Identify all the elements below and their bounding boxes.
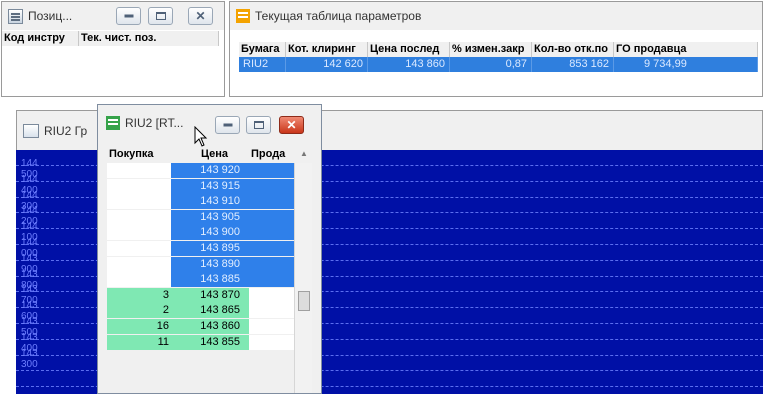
bid-quantity-cell[interactable]: 3 [107,287,171,303]
params-titlebar[interactable]: Текущая таблица параметров [230,2,762,30]
column-header[interactable]: Цена [171,145,249,163]
maximize-button[interactable] [148,7,173,25]
positions-table: Код инстру Тек. чист. поз. [2,30,224,96]
bid-quantity-cell[interactable]: 2 [107,303,171,319]
price-cell[interactable]: 143 900 [171,225,249,241]
column-header[interactable]: Бумага [239,42,286,57]
minimize-icon [124,14,133,18]
bid-quantity-cell[interactable] [107,194,171,210]
ask-quantity-cell[interactable] [249,209,294,225]
ask-quantity-cell[interactable] [249,319,294,334]
bid-quantity-cell[interactable]: 11 [107,334,171,350]
orderbook-row[interactable]: 143 920 [107,163,294,178]
orderbook-row[interactable]: 143 910 [107,194,294,210]
price-cell[interactable]: 143 860 [171,319,249,334]
maximize-icon [155,12,166,20]
orderbook-row[interactable]: 143 905 [107,209,294,225]
chart-icon [23,124,39,138]
params-table: Бумага Кот. клиринг Цена послед % измен.… [230,30,762,96]
chart-title: RIU2 Гр [44,124,88,138]
ask-quantity-cell[interactable] [249,178,294,194]
positions-window: Позиц... ✕ Код инстру Тек. чист. поз. [1,1,225,97]
minimize-icon [223,123,232,127]
column-header[interactable]: Тек. чист. поз. [79,31,219,46]
window-app-icon [8,8,23,24]
price-cell[interactable]: 143 910 [171,194,249,210]
bid-quantity-cell[interactable] [107,256,171,272]
maximize-icon [253,121,264,129]
orderbook-row[interactable]: 3 143 870 [107,287,294,303]
orderbook-row[interactable]: 16 143 860 [107,319,294,334]
minimize-button[interactable] [215,116,240,134]
cell-open-interest[interactable]: 853 162 [532,57,614,72]
scroll-up-arrow-icon[interactable]: ▲ [294,145,312,163]
column-header[interactable]: ГО продавца [614,42,758,57]
price-cell[interactable]: 143 905 [171,209,249,225]
scrollbar-thumb[interactable] [298,291,310,311]
ask-quantity-cell[interactable] [249,272,294,288]
ask-quantity-cell[interactable] [249,287,294,303]
column-header[interactable]: Прода [249,145,294,163]
bid-quantity-cell[interactable]: 16 [107,319,171,334]
ask-quantity-cell[interactable] [249,334,294,350]
table-icon [236,9,250,23]
bid-quantity-cell[interactable] [107,225,171,241]
ask-quantity-cell[interactable] [249,225,294,241]
params-window: Текущая таблица параметров Бумага Кот. к… [229,1,763,97]
price-cell[interactable]: 143 895 [171,241,249,256]
bid-quantity-cell[interactable] [107,163,171,178]
minimize-button[interactable] [116,7,141,25]
price-cell[interactable]: 143 920 [171,163,249,178]
ask-quantity-cell[interactable] [249,241,294,256]
cell-change-percent[interactable]: 0,87 [450,57,532,72]
cell-security[interactable]: RIU2 [239,57,286,72]
column-header[interactable]: Код инстру [2,31,79,46]
price-cell[interactable]: 143 870 [171,287,249,303]
bid-quantity-cell[interactable] [107,241,171,256]
column-header[interactable]: Покупка [107,145,171,163]
orderbook-row[interactable]: 143 915 [107,178,294,194]
column-header[interactable]: % измен.закр [450,42,532,57]
orderbook-row[interactable]: 143 895 [107,241,294,256]
price-cell[interactable]: 143 865 [171,303,249,319]
price-cell[interactable]: 143 890 [171,256,249,272]
orderbook-title: RIU2 [RT... [125,116,184,130]
orderbook-row[interactable]: 2 143 865 [107,303,294,319]
bid-quantity-cell[interactable] [107,209,171,225]
column-header[interactable]: Кол-во отк.по [532,42,614,57]
cell-clearing-quote[interactable]: 142 620 [286,57,368,72]
price-cell[interactable]: 143 915 [171,178,249,194]
close-button[interactable]: ✕ [279,116,304,134]
ask-quantity-cell[interactable] [249,194,294,210]
maximize-button[interactable] [246,116,271,134]
cell-seller-margin[interactable]: 9 734,99 [614,57,758,72]
scrollbar[interactable] [294,163,312,393]
orderbook-row[interactable]: 143 890 [107,256,294,272]
column-header[interactable]: Кот. клиринг [286,42,368,57]
close-button[interactable]: ✕ [188,7,213,25]
price-cell[interactable]: 143 885 [171,272,249,288]
column-header[interactable]: Цена послед [368,42,450,57]
ask-quantity-cell[interactable] [249,256,294,272]
ask-quantity-cell[interactable] [249,303,294,319]
ask-quantity-cell[interactable] [249,163,294,178]
price-cell[interactable]: 143 855 [171,334,249,350]
orderbook-row[interactable]: 143 900 [107,225,294,241]
orderbook-row[interactable]: 143 885 [107,272,294,288]
cell-last-price[interactable]: 143 860 [368,57,450,72]
orderbook-row[interactable]: 11 143 855 [107,334,294,350]
close-icon: ✕ [286,118,297,132]
positions-title: Позиц... [28,9,73,23]
params-title: Текущая таблица параметров [255,9,422,23]
orderbook-window-icon [106,116,120,130]
mouse-cursor-icon [194,126,208,147]
bid-quantity-cell[interactable] [107,178,171,194]
close-icon: ✕ [195,9,206,23]
bid-quantity-cell[interactable] [107,272,171,288]
chart-y-tick-label: 143 300 [21,347,38,370]
